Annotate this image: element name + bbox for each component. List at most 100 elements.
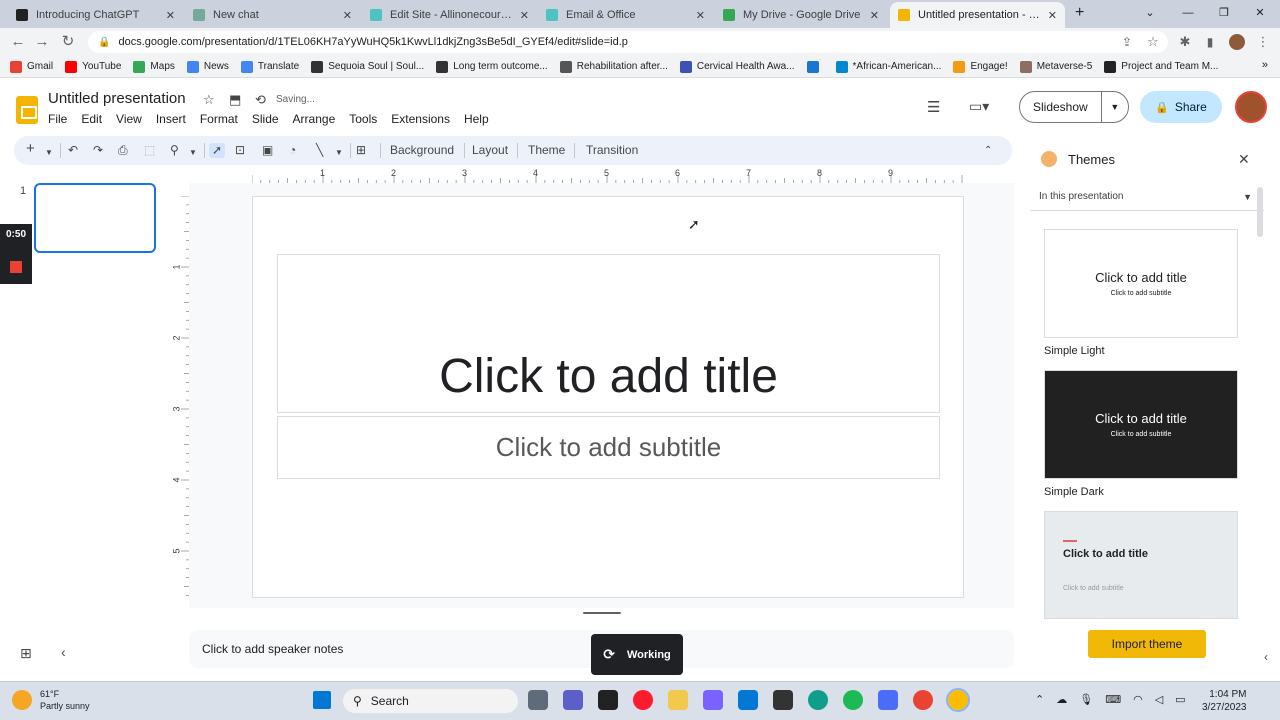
slideshow-button[interactable]: Slideshow ▼ bbox=[1019, 91, 1129, 123]
menu-arrange[interactable]: Arrange bbox=[293, 112, 336, 126]
undo-icon[interactable]: ↶ bbox=[68, 143, 78, 158]
slide-thumbnail[interactable] bbox=[34, 183, 156, 253]
tab-close-icon[interactable]: ✕ bbox=[1048, 9, 1057, 22]
tab-close-icon[interactable]: ✕ bbox=[696, 9, 705, 22]
image-icon[interactable]: ▣ bbox=[262, 143, 273, 158]
tab-close-icon[interactable]: ✕ bbox=[870, 9, 879, 22]
theme-button[interactable]: Theme bbox=[528, 143, 565, 157]
keyboard-icon[interactable]: ⌨ bbox=[1105, 693, 1121, 706]
background-button[interactable]: Background bbox=[390, 143, 454, 157]
bookmark-item[interactable]: Translate bbox=[240, 60, 299, 73]
bookmark-item[interactable]: Cervical Health Awa... bbox=[679, 60, 795, 73]
spotify-icon[interactable] bbox=[843, 690, 863, 710]
bookmark-item[interactable]: Maps bbox=[133, 60, 175, 73]
subtitle-placeholder[interactable]: Click to add subtitle bbox=[277, 416, 940, 479]
notes-resize-handle[interactable] bbox=[583, 612, 621, 614]
line-icon[interactable]: ╲ bbox=[316, 143, 323, 158]
paint-format-icon[interactable]: ⬚ bbox=[144, 143, 155, 158]
volume-icon[interactable]: ◁ bbox=[1155, 693, 1163, 706]
bookmark-item[interactable]: Rehabilitation after... bbox=[559, 60, 668, 73]
comment-add-icon[interactable]: ⊞ bbox=[356, 143, 366, 158]
new-slide-icon[interactable]: + bbox=[26, 141, 35, 156]
slideshow-dropdown-icon[interactable]: ▼ bbox=[1100, 92, 1128, 122]
browser-tab[interactable]: Edit Site - Allinonecoursebuil ✕ bbox=[362, 2, 537, 28]
layout-button[interactable]: Layout bbox=[472, 143, 508, 157]
theme-third[interactable]: Click to add title Click to add subtitle bbox=[1044, 511, 1238, 619]
side-panel-toggle-icon[interactable]: ‹ bbox=[1264, 650, 1268, 664]
reload-icon[interactable]: ↻ bbox=[58, 32, 78, 52]
move-folder-icon[interactable]: ⬒ bbox=[229, 92, 241, 108]
extensions-icon[interactable]: ✱ bbox=[1175, 32, 1195, 52]
shape-icon[interactable]: ◔ bbox=[289, 143, 296, 158]
bookmark-item[interactable]: Engage! bbox=[953, 60, 1008, 73]
tab-close-icon[interactable]: ✕ bbox=[343, 9, 352, 22]
close-icon[interactable]: ✕ bbox=[1238, 151, 1250, 168]
document-title[interactable]: Untitled presentation bbox=[48, 90, 186, 107]
record-stop-icon[interactable] bbox=[10, 261, 22, 273]
text-box-icon[interactable]: ⊡ bbox=[235, 143, 245, 158]
line-dropdown-icon[interactable]: ▼ bbox=[335, 145, 343, 160]
app-icon[interactable] bbox=[773, 690, 793, 710]
bookmark-item[interactable]: Project and Team M... bbox=[1104, 60, 1218, 73]
theme-simple-light[interactable]: Click to add title Click to add subtitle bbox=[1044, 229, 1238, 338]
window-close-icon[interactable]: ✕ bbox=[1250, 4, 1270, 22]
theme-simple-dark[interactable]: Click to add title Click to add subtitle bbox=[1044, 370, 1238, 479]
todo-icon[interactable] bbox=[878, 690, 898, 710]
grid-view-icon[interactable]: ⊞ bbox=[20, 645, 32, 662]
select-pointer-icon[interactable]: ➚ bbox=[209, 143, 225, 158]
meet-icon[interactable]: ▭▾ bbox=[969, 98, 989, 115]
taskbar-search[interactable]: ⚲ Search bbox=[343, 689, 518, 713]
slides-logo[interactable] bbox=[16, 96, 38, 124]
menu-view[interactable]: View bbox=[116, 112, 142, 126]
menu-edit[interactable]: Edit bbox=[81, 112, 102, 126]
share-page-icon[interactable]: ⇪ bbox=[1117, 32, 1137, 52]
import-theme-button[interactable]: Import theme bbox=[1088, 630, 1206, 658]
zoom-dropdown-icon[interactable]: ▼ bbox=[189, 145, 197, 160]
collapse-filmstrip-icon[interactable]: ‹ bbox=[61, 644, 66, 660]
title-placeholder[interactable]: Click to add title bbox=[277, 254, 940, 413]
windows-start-icon[interactable] bbox=[313, 691, 331, 709]
bookmark-item[interactable]: *African-American... bbox=[835, 60, 941, 73]
teams-icon[interactable] bbox=[563, 690, 583, 710]
star-icon[interactable]: ☆ bbox=[203, 92, 215, 108]
themes-scrollbar[interactable] bbox=[1257, 187, 1263, 237]
browser-tab[interactable]: Untitled presentation - Goog ✕ bbox=[890, 2, 1065, 28]
more-bookmarks-icon[interactable]: » bbox=[1262, 59, 1268, 71]
back-icon[interactable]: ← bbox=[8, 32, 28, 52]
store-icon[interactable] bbox=[738, 690, 758, 710]
browser-tab[interactable]: My Drive - Google Drive ✕ bbox=[715, 2, 887, 28]
themes-section-dropdown[interactable]: In this presentation ▼ bbox=[1030, 183, 1264, 211]
chevron-up-icon[interactable]: ⌃ bbox=[1035, 693, 1044, 706]
zoom-icon[interactable]: ⚲ bbox=[170, 143, 179, 158]
weather-widget[interactable]: 61°F Partly sunny bbox=[12, 688, 90, 712]
profile-avatar[interactable] bbox=[1229, 34, 1245, 50]
collapse-toolbar-icon[interactable]: ⌃ bbox=[984, 143, 992, 158]
bookmark-item[interactable] bbox=[806, 60, 824, 73]
system-clock[interactable]: 1:04 PM 3/27/2023 bbox=[1202, 688, 1247, 714]
edge-icon[interactable] bbox=[808, 690, 828, 710]
forward-icon[interactable]: → bbox=[32, 32, 52, 52]
bookmark-item[interactable]: YouTube bbox=[65, 60, 121, 73]
amazon-icon[interactable] bbox=[598, 690, 618, 710]
app-icon[interactable] bbox=[703, 690, 723, 710]
comments-icon[interactable]: ☰ bbox=[927, 98, 940, 116]
account-avatar[interactable] bbox=[1235, 91, 1267, 123]
chrome-menu-icon[interactable]: ⋮ bbox=[1253, 32, 1273, 52]
new-tab-button[interactable]: + bbox=[1075, 4, 1084, 22]
tab-search-icon[interactable]: ⌄ bbox=[1140, 4, 1160, 22]
menu-format[interactable]: Format bbox=[200, 112, 238, 126]
share-button[interactable]: 🔒 Share bbox=[1140, 91, 1222, 123]
cloud-icon[interactable]: ☁ bbox=[1056, 693, 1067, 706]
browser-tab[interactable]: Introducing ChatGPT ✕ bbox=[8, 2, 183, 28]
url-bar[interactable]: 🔒 docs.google.com/presentation/d/1TEL06K… bbox=[88, 31, 1168, 53]
menu-extensions[interactable]: Extensions bbox=[391, 112, 450, 126]
bookmark-item[interactable]: Sequoia Soul | Soul... bbox=[311, 60, 424, 73]
menu-insert[interactable]: Insert bbox=[156, 112, 186, 126]
chrome-icon[interactable] bbox=[913, 690, 933, 710]
bookmark-star-icon[interactable]: ☆ bbox=[1143, 32, 1163, 52]
menu-slide[interactable]: Slide bbox=[252, 112, 279, 126]
bookmark-item[interactable]: Long term outcome... bbox=[436, 60, 548, 73]
task-view-icon[interactable] bbox=[528, 690, 548, 710]
file-explorer-icon[interactable] bbox=[668, 690, 688, 710]
menu-tools[interactable]: Tools bbox=[349, 112, 377, 126]
